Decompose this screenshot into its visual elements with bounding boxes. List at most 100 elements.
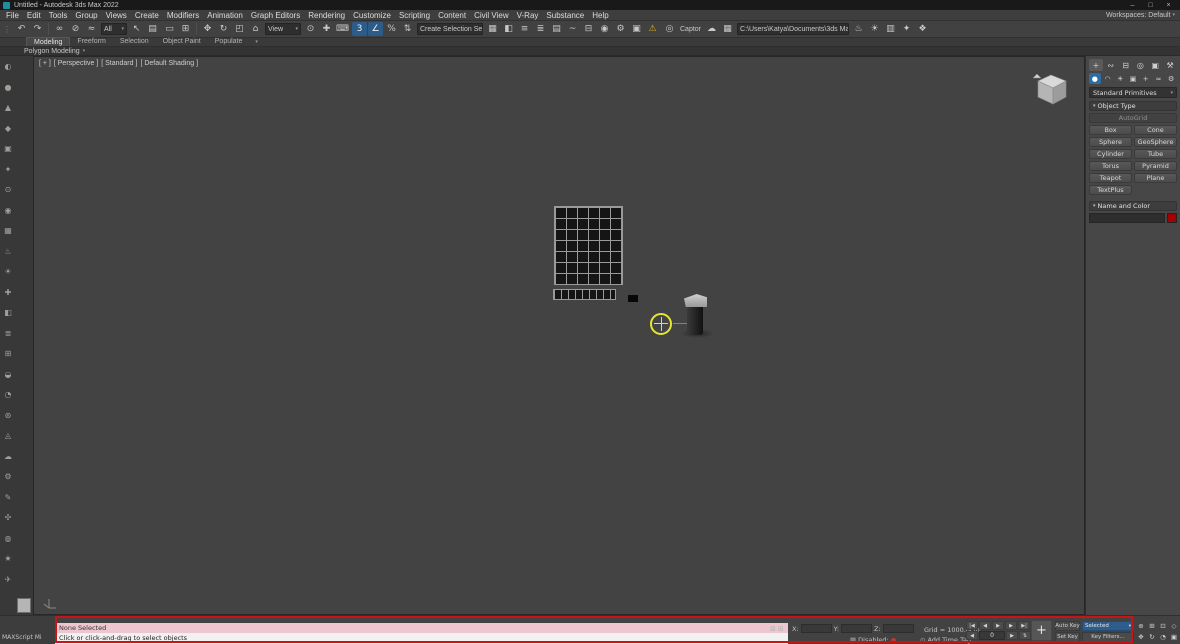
redo-icon[interactable]: ↷: [30, 22, 45, 36]
cloud-render-icon[interactable]: ☁: [704, 22, 719, 36]
viewport[interactable]: [ + ][ Perspective ][ Standard ][ Defaul…: [33, 56, 1085, 615]
undo-icon[interactable]: ↶: [14, 22, 29, 36]
set-keys-button[interactable]: +: [1031, 620, 1052, 641]
menu-item[interactable]: Rendering: [304, 11, 349, 20]
building-model[interactable]: [554, 206, 623, 285]
keyboard-override-icon[interactable]: ⌨: [335, 22, 350, 36]
object-type-button[interactable]: Torus: [1089, 161, 1132, 171]
pan-icon[interactable]: ✥: [1136, 632, 1146, 642]
maximize-viewport-icon[interactable]: ▣: [1169, 632, 1179, 642]
viewcube[interactable]: [1030, 71, 1072, 109]
render-preset-icon[interactable]: ▥: [883, 22, 898, 36]
menu-item[interactable]: File: [2, 11, 23, 20]
roll-icon[interactable]: ◔: [1158, 632, 1168, 642]
key-filters-button[interactable]: Key Filters...: [1082, 632, 1134, 642]
menu-item[interactable]: Tools: [45, 11, 72, 20]
workspaces-selector[interactable]: Workspaces: Default ▾: [1106, 12, 1178, 19]
left-dock-bottom-button[interactable]: [17, 598, 31, 613]
viewport-label-segment[interactable]: [ + ]: [39, 60, 51, 67]
ribbon-tab[interactable]: Freeform: [70, 37, 112, 46]
layer-explorer-icon[interactable]: ≣: [533, 22, 548, 36]
object-type-button[interactable]: Tube: [1134, 149, 1177, 159]
rectangular-selection-icon[interactable]: ▭: [162, 22, 177, 36]
selection-lock-icon[interactable]: ⊠: [770, 625, 776, 633]
left-toolbar-icon[interactable]: ✦: [2, 163, 15, 176]
modify-tab[interactable]: ∾: [1104, 59, 1118, 71]
left-toolbar-icon[interactable]: ⊛: [2, 409, 15, 422]
left-toolbar-icon[interactable]: ◬: [2, 429, 15, 442]
left-toolbar-icon[interactable]: ☁: [2, 450, 15, 463]
toolbar-grip[interactable]: ⋮: [3, 25, 11, 34]
box-object[interactable]: [628, 295, 638, 302]
warning-icon[interactable]: ⚠: [645, 22, 660, 36]
left-toolbar-icon[interactable]: ≣: [2, 327, 15, 340]
fov-icon[interactable]: ◇: [1169, 621, 1179, 631]
rendered-frame-icon[interactable]: ▣: [629, 22, 644, 36]
building-base-model[interactable]: [553, 289, 616, 300]
current-frame-field[interactable]: 0: [979, 631, 1005, 640]
edit-named-sets-icon[interactable]: ▦: [485, 22, 500, 36]
ribbon-tab[interactable]: Populate: [208, 37, 250, 46]
add-time-tag[interactable]: ⊙ Add Time Tag: [920, 636, 971, 644]
left-toolbar-icon[interactable]: ◧: [2, 306, 15, 319]
object-type-button[interactable]: Teapot: [1089, 173, 1132, 183]
menu-item[interactable]: Scripting: [395, 11, 434, 20]
key-step-forward-button[interactable]: ▶: [1006, 631, 1018, 640]
object-type-button[interactable]: Cone: [1134, 125, 1177, 135]
left-toolbar-icon[interactable]: ⚙: [2, 470, 15, 483]
hierarchy-tab[interactable]: ⊟: [1119, 59, 1133, 71]
left-toolbar-icon[interactable]: ◐: [2, 60, 15, 73]
viewport-label-segment[interactable]: [ Perspective ]: [54, 60, 98, 67]
menu-item[interactable]: Civil View: [470, 11, 513, 20]
menu-item[interactable]: Modifiers: [163, 11, 203, 20]
ribbon-options-icon[interactable]: ▾: [255, 39, 258, 45]
camera-object-body[interactable]: [687, 307, 703, 335]
viewport-label-segment[interactable]: [ Default Shading ]: [140, 60, 198, 67]
helpers-subtab[interactable]: +: [1140, 73, 1152, 84]
captor-icon[interactable]: ◎: [662, 22, 677, 36]
set-key-button[interactable]: Set Key: [1055, 632, 1080, 642]
angle-snap-icon[interactable]: ∠: [368, 22, 383, 36]
play-button[interactable]: ▶: [992, 621, 1004, 630]
percent-snap-icon[interactable]: %: [384, 22, 399, 36]
use-pivot-center-icon[interactable]: ⊙: [303, 22, 318, 36]
asset-library-icon[interactable]: ▦: [720, 22, 735, 36]
absolute-mode-icon[interactable]: ⊞: [778, 625, 784, 633]
orbit-icon[interactable]: ↻: [1147, 632, 1157, 642]
auto-key-button[interactable]: Auto Key: [1055, 621, 1080, 631]
mirror-icon[interactable]: ◧: [501, 22, 516, 36]
left-toolbar-icon[interactable]: ☀: [2, 265, 15, 278]
zoom-icon[interactable]: ⊕: [1136, 621, 1146, 631]
object-type-button[interactable]: Sphere: [1089, 137, 1132, 147]
ribbon-tab[interactable]: Selection: [113, 37, 156, 46]
object-type-rollout[interactable]: ▾ Object Type: [1089, 101, 1177, 111]
object-type-button[interactable]: Cylinder: [1089, 149, 1132, 159]
object-type-button[interactable]: Pyramid: [1134, 161, 1177, 171]
maximize-button[interactable]: □: [1142, 1, 1159, 10]
select-and-scale-icon[interactable]: ◰: [232, 22, 247, 36]
spinner-snap-icon[interactable]: ⇅: [400, 22, 415, 36]
x-coordinate-field[interactable]: [800, 624, 832, 633]
next-frame-button[interactable]: ▶: [1005, 621, 1017, 630]
ribbon-tab[interactable]: Object Paint: [156, 37, 208, 46]
render-vray-icon[interactable]: ✦: [899, 22, 914, 36]
name-color-rollout[interactable]: ▾ Name and Color: [1089, 201, 1177, 211]
menu-item[interactable]: Animation: [203, 11, 247, 20]
snaps-toggle-icon[interactable]: 3: [352, 22, 367, 36]
reference-coordinate-dropdown[interactable]: View ▾: [265, 23, 301, 35]
autogrid-button[interactable]: AutoGrid: [1089, 113, 1177, 123]
select-object-icon[interactable]: ↖: [129, 22, 144, 36]
left-toolbar-icon[interactable]: ✈: [2, 573, 15, 586]
window-crossing-icon[interactable]: ⊞: [178, 22, 193, 36]
primitive-category-dropdown[interactable]: Standard Primitives ▾: [1089, 87, 1177, 98]
captor-label[interactable]: Captor: [680, 26, 701, 33]
left-toolbar-icon[interactable]: ◍: [2, 532, 15, 545]
left-toolbar-icon[interactable]: ✣: [2, 511, 15, 524]
cameras-subtab[interactable]: ▣: [1127, 73, 1139, 84]
schematic-view-icon[interactable]: ⊟: [581, 22, 596, 36]
left-toolbar-icon[interactable]: ◒: [2, 368, 15, 381]
object-name-field[interactable]: [1089, 213, 1165, 223]
left-toolbar-icon[interactable]: ⊞: [2, 347, 15, 360]
bind-to-space-warp-icon[interactable]: ≈: [84, 22, 99, 36]
shapes-subtab[interactable]: ◠: [1102, 73, 1114, 84]
